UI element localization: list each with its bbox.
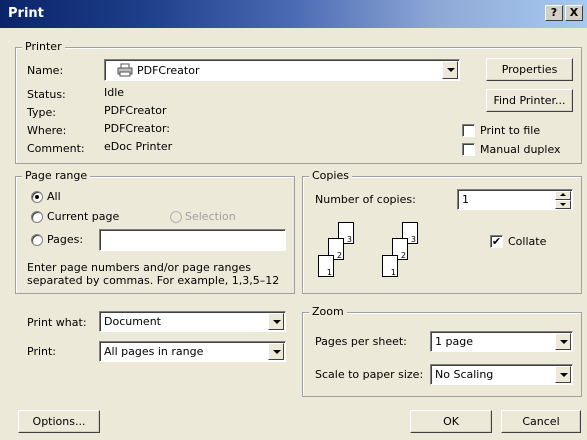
ok-button[interactable]: OK	[410, 410, 492, 433]
print-to-file-checkbox[interactable]	[462, 124, 475, 137]
window-title: Print	[8, 6, 44, 21]
collate-checkbox[interactable]: ✔	[490, 235, 503, 248]
copies-group-label: Copies	[309, 169, 352, 182]
status-label: Status:	[27, 88, 66, 101]
options-button[interactable]: Options...	[18, 410, 100, 433]
print-label: Print:	[27, 345, 57, 358]
pages-radio[interactable]	[31, 234, 43, 246]
where-label: Where:	[27, 124, 67, 137]
pages-label[interactable]: Pages:	[47, 233, 83, 246]
properties-button[interactable]: Properties	[486, 58, 573, 81]
page-range-hint-line1: Enter page numbers and/or page ranges	[27, 261, 251, 274]
print-what-select[interactable]: Document	[99, 311, 286, 332]
where-value: PDFCreator:	[104, 122, 170, 135]
manual-duplex-label[interactable]: Manual duplex	[480, 143, 561, 156]
chevron-down-icon[interactable]	[555, 366, 571, 383]
selection-radio	[170, 211, 182, 223]
chevron-down-icon[interactable]	[555, 333, 571, 350]
all-radio[interactable]	[31, 191, 43, 203]
zoom-group-label: Zoom	[309, 305, 347, 318]
printer-name-label: Name:	[27, 64, 64, 77]
help-button[interactable]: ?	[545, 5, 563, 21]
collate-label[interactable]: Collate	[508, 235, 546, 248]
printer-group-label: Printer	[22, 40, 65, 53]
status-value: Idle	[104, 86, 125, 99]
cancel-button[interactable]: Cancel	[501, 410, 581, 433]
chevron-down-icon[interactable]	[268, 313, 284, 330]
stepper-up-icon[interactable]	[555, 191, 571, 200]
page-stack1-1: 1	[318, 255, 334, 277]
page-stack2-1: 1	[382, 255, 398, 277]
title-bar[interactable]: Print ? X	[0, 0, 587, 28]
page-range-group-label: Page range	[22, 169, 91, 182]
number-of-copies-label: Number of copies:	[315, 193, 416, 206]
print-what-value: Document	[104, 315, 161, 328]
pages-per-sheet-select[interactable]: 1 page	[430, 331, 573, 352]
page-range-hint-line2: separated by commas. For example, 1,3,5–…	[27, 274, 280, 287]
number-of-copies-stepper[interactable]: 1	[457, 189, 573, 210]
all-label[interactable]: All	[47, 190, 61, 203]
type-label: Type:	[27, 106, 56, 119]
print-select[interactable]: All pages in range	[99, 341, 286, 362]
current-page-radio[interactable]	[31, 211, 43, 223]
scale-to-paper-label: Scale to paper size:	[315, 368, 424, 381]
print-what-label: Print what:	[27, 316, 87, 329]
selection-label: Selection	[185, 210, 236, 223]
printer-name-select[interactable]: PDFCreator	[104, 59, 460, 81]
comment-value: eDoc Printer	[104, 140, 173, 153]
comment-label: Comment:	[27, 142, 85, 155]
find-printer-button[interactable]: Find Printer...	[486, 89, 573, 112]
stepper-down-icon[interactable]	[555, 200, 571, 209]
chevron-down-icon[interactable]	[268, 343, 284, 360]
pages-input[interactable]	[99, 229, 286, 251]
pages-per-sheet-value: 1 page	[435, 335, 473, 348]
type-value: PDFCreator	[104, 104, 167, 117]
pages-per-sheet-label: Pages per sheet:	[315, 335, 407, 348]
close-button[interactable]: X	[565, 5, 583, 21]
number-of-copies-value: 1	[462, 193, 469, 206]
printer-name-value: PDFCreator	[137, 63, 200, 77]
print-value: All pages in range	[104, 345, 204, 358]
print-to-file-label[interactable]: Print to file	[480, 124, 540, 137]
scale-to-paper-select[interactable]: No Scaling	[430, 364, 573, 385]
current-page-label[interactable]: Current page	[47, 210, 119, 223]
manual-duplex-checkbox[interactable]	[462, 143, 475, 156]
scale-to-paper-value: No Scaling	[435, 368, 494, 381]
printer-icon	[117, 63, 133, 77]
chevron-down-icon[interactable]	[442, 61, 458, 79]
